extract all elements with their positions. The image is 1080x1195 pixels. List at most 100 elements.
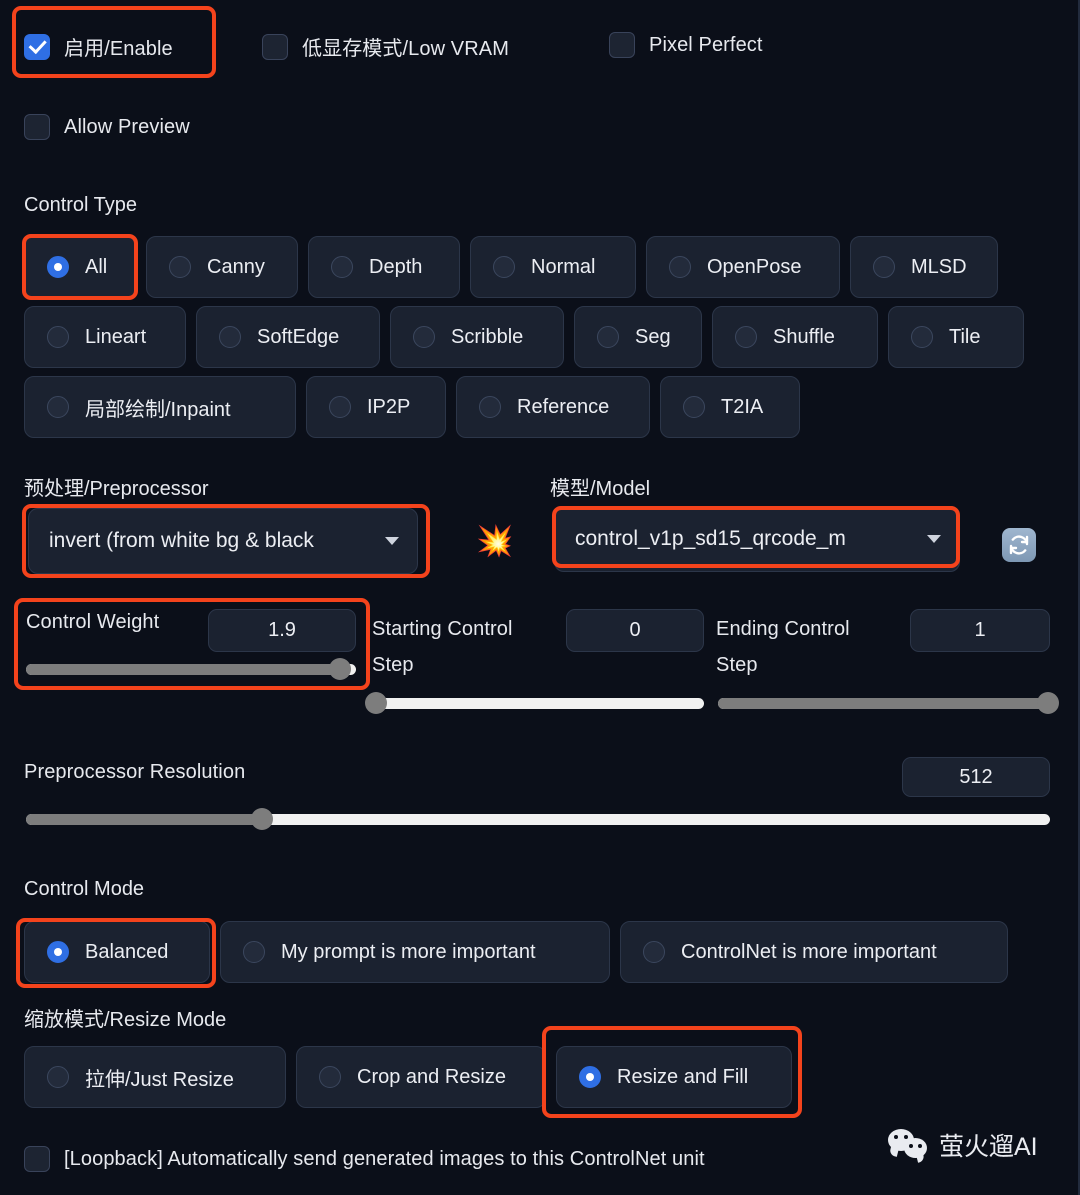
radio-icon[interactable] bbox=[669, 256, 691, 278]
control-mode-my-prompt[interactable]: My prompt is more important bbox=[220, 921, 610, 983]
checkbox-allow-preview[interactable]: Allow Preview bbox=[24, 114, 190, 140]
pixel-perfect-checkbox-box[interactable] bbox=[609, 32, 635, 58]
control-mode-balanced-label: Balanced bbox=[85, 940, 169, 963]
resize-mode-just-resize[interactable]: 拉伸/Just Resize bbox=[24, 1046, 286, 1108]
control-weight-slider[interactable] bbox=[26, 658, 356, 680]
checkbox-enable[interactable]: 启用/Enable bbox=[24, 32, 173, 61]
radio-icon[interactable] bbox=[911, 326, 933, 348]
slider-thumb[interactable] bbox=[365, 692, 387, 714]
control-type-t2ia[interactable]: T2IA bbox=[660, 376, 800, 438]
preprocessor-resolution-slider[interactable] bbox=[26, 808, 1050, 830]
control-type-normal[interactable]: Normal bbox=[470, 236, 636, 298]
control-mode-balanced[interactable]: Balanced bbox=[24, 921, 210, 983]
preprocessor-resolution-label: Preprocessor Resolution bbox=[24, 761, 246, 783]
control-mode-row: Balanced My prompt is more important Con… bbox=[24, 921, 1008, 983]
control-type-canny-label: Canny bbox=[207, 255, 265, 278]
resize-mode-resize-and-fill-label: Resize and Fill bbox=[617, 1065, 749, 1088]
control-type-row-3: 局部绘制/Inpaint IP2P Reference T2IA bbox=[24, 376, 800, 438]
radio-icon[interactable] bbox=[873, 256, 895, 278]
slider-fill bbox=[26, 814, 262, 825]
preprocessor-dropdown[interactable]: invert (from white bg & black bbox=[28, 508, 418, 574]
radio-icon[interactable] bbox=[579, 1066, 601, 1088]
radio-icon[interactable] bbox=[331, 256, 353, 278]
radio-icon[interactable] bbox=[243, 941, 265, 963]
control-type-shuffle-label: Shuffle bbox=[773, 325, 835, 348]
chevron-down-icon[interactable] bbox=[385, 537, 399, 545]
wechat-icon bbox=[888, 1129, 930, 1161]
control-type-tile-label: Tile bbox=[949, 325, 981, 348]
model-dropdown[interactable]: control_v1p_sd15_qrcode_m bbox=[554, 506, 960, 572]
model-label: 模型/Model bbox=[550, 478, 651, 500]
radio-icon[interactable] bbox=[735, 326, 757, 348]
control-type-depth[interactable]: Depth bbox=[308, 236, 460, 298]
control-type-reference[interactable]: Reference bbox=[456, 376, 650, 438]
control-type-row-1: All Canny Depth Normal OpenPose MLSD bbox=[24, 236, 998, 298]
control-type-normal-label: Normal bbox=[531, 255, 596, 278]
checkbox-allow-preview-label: Allow Preview bbox=[64, 115, 190, 138]
radio-icon[interactable] bbox=[329, 396, 351, 418]
control-type-softedge-label: SoftEdge bbox=[257, 325, 340, 348]
radio-icon[interactable] bbox=[47, 256, 69, 278]
control-mode-controlnet[interactable]: ControlNet is more important bbox=[620, 921, 1008, 983]
allow-preview-checkbox-box[interactable] bbox=[24, 114, 50, 140]
control-type-softedge[interactable]: SoftEdge bbox=[196, 306, 380, 368]
slider-fill bbox=[26, 664, 340, 675]
control-type-scribble-label: Scribble bbox=[451, 325, 524, 348]
chevron-down-icon[interactable] bbox=[927, 535, 941, 543]
radio-icon[interactable] bbox=[597, 326, 619, 348]
watermark: 萤火遛AI bbox=[888, 1127, 1038, 1163]
radio-icon[interactable] bbox=[47, 326, 69, 348]
radio-icon[interactable] bbox=[169, 256, 191, 278]
control-type-mlsd[interactable]: MLSD bbox=[850, 236, 998, 298]
control-type-shuffle[interactable]: Shuffle bbox=[712, 306, 878, 368]
enable-checkbox-box[interactable] bbox=[24, 33, 50, 60]
control-type-reference-label: Reference bbox=[517, 395, 610, 418]
control-type-openpose-label: OpenPose bbox=[707, 255, 802, 278]
control-type-all-label: All bbox=[85, 255, 108, 278]
checkbox-loopback[interactable]: [Loopback] Automatically send generated … bbox=[24, 1146, 705, 1172]
control-type-tile[interactable]: Tile bbox=[888, 306, 1024, 368]
refresh-icon[interactable] bbox=[1002, 528, 1036, 562]
preprocessor-resolution-value[interactable]: 512 bbox=[902, 757, 1050, 797]
control-type-seg-label: Seg bbox=[635, 325, 671, 348]
control-type-row-2: Lineart SoftEdge Scribble Seg Shuffle Ti… bbox=[24, 306, 1024, 368]
slider-thumb[interactable] bbox=[328, 658, 351, 680]
control-type-all[interactable]: All bbox=[24, 236, 136, 298]
control-type-lineart[interactable]: Lineart bbox=[24, 306, 186, 368]
radio-icon[interactable] bbox=[479, 396, 501, 418]
ending-control-step-value[interactable]: 1 bbox=[910, 609, 1050, 652]
control-type-inpaint[interactable]: 局部绘制/Inpaint bbox=[24, 376, 296, 438]
resize-mode-crop-and-resize[interactable]: Crop and Resize bbox=[296, 1046, 546, 1108]
starting-control-step-slider[interactable] bbox=[365, 692, 704, 714]
ending-control-step-slider[interactable] bbox=[718, 692, 1059, 714]
control-type-ip2p[interactable]: IP2P bbox=[306, 376, 446, 438]
radio-icon[interactable] bbox=[493, 256, 515, 278]
low-vram-checkbox-box[interactable] bbox=[262, 33, 288, 60]
radio-icon[interactable] bbox=[413, 326, 435, 348]
control-weight-value[interactable]: 1.9 bbox=[208, 609, 356, 652]
radio-icon[interactable] bbox=[47, 396, 69, 418]
control-type-label: Control Type bbox=[24, 194, 138, 216]
control-type-lineart-label: Lineart bbox=[85, 325, 147, 348]
radio-icon[interactable] bbox=[319, 1066, 341, 1088]
checkbox-low-vram[interactable]: 低显存模式/Low VRAM bbox=[262, 32, 509, 61]
control-type-canny[interactable]: Canny bbox=[146, 236, 298, 298]
radio-icon[interactable] bbox=[683, 396, 705, 418]
radio-icon[interactable] bbox=[219, 326, 241, 348]
control-type-t2ia-label: T2IA bbox=[721, 395, 764, 418]
slider-thumb[interactable] bbox=[250, 808, 273, 830]
loopback-checkbox-box[interactable] bbox=[24, 1146, 50, 1172]
slider-thumb[interactable] bbox=[1037, 692, 1059, 714]
control-mode-controlnet-label: ControlNet is more important bbox=[681, 940, 937, 963]
control-type-seg[interactable]: Seg bbox=[574, 306, 702, 368]
control-type-scribble[interactable]: Scribble bbox=[390, 306, 564, 368]
starting-control-step-value[interactable]: 0 bbox=[566, 609, 704, 652]
slider-fill bbox=[718, 698, 1048, 709]
resize-mode-resize-and-fill[interactable]: Resize and Fill bbox=[556, 1046, 792, 1108]
control-type-openpose[interactable]: OpenPose bbox=[646, 236, 840, 298]
control-type-mlsd-label: MLSD bbox=[911, 255, 967, 278]
checkbox-pixel-perfect[interactable]: Pixel Perfect bbox=[609, 32, 763, 58]
radio-icon[interactable] bbox=[47, 1066, 69, 1088]
radio-icon[interactable] bbox=[643, 941, 665, 963]
radio-icon[interactable] bbox=[47, 941, 69, 963]
